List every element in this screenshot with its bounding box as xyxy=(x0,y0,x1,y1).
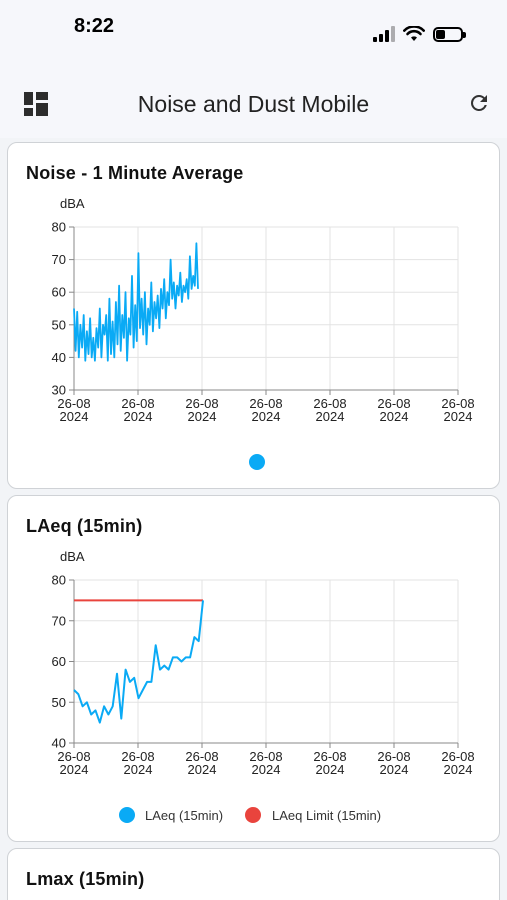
x-tick-label: 2024 xyxy=(60,762,89,777)
y-tick-label: 40 xyxy=(52,350,66,365)
x-tick-label: 2024 xyxy=(60,409,89,424)
legend-label: LAeq (15min) xyxy=(145,808,223,823)
x-tick-label: 2024 xyxy=(444,762,473,777)
y-tick-label: 80 xyxy=(52,573,66,588)
app-header: Noise and Dust Mobile xyxy=(0,62,507,138)
x-tick-label: 2024 xyxy=(380,762,409,777)
x-tick-label: 2024 xyxy=(124,762,153,777)
y-tick-label: 70 xyxy=(52,613,66,628)
noise-average-card: Noise - 1 Minute Average dBA 80 70 60 50 40 30… xyxy=(7,142,500,489)
x-tick-label: 2024 xyxy=(188,409,217,424)
y-axis-label: dBA xyxy=(60,196,85,211)
page-title: Noise and Dust Mobile xyxy=(137,91,370,117)
x-tick-label: 2024 xyxy=(316,409,345,424)
wifi-icon xyxy=(403,26,425,41)
y-tick-label: 50 xyxy=(52,317,66,332)
y-axis-label: dBA xyxy=(60,549,85,564)
status-bar: 8:22 xyxy=(0,0,507,62)
legend-marker xyxy=(119,807,135,823)
laeq-chart: dBA807060504026-08202426-08202426-082024… xyxy=(52,549,475,823)
x-tick-label: 2024 xyxy=(252,762,281,777)
y-tick-label: 60 xyxy=(52,654,66,669)
status-time: 8:22 xyxy=(74,15,115,37)
x-tick-label: 2024 xyxy=(380,409,409,424)
status-icons xyxy=(373,24,466,44)
series-line xyxy=(73,242,199,362)
lmax-card: Lmax (15min) xyxy=(7,848,500,900)
x-tick-label: 2024 xyxy=(188,762,217,777)
x-tick-label: 2024 xyxy=(444,409,473,424)
refresh-icon[interactable] xyxy=(467,91,491,115)
x-tick-label: 2024 xyxy=(252,409,281,424)
y-tick-label: 70 xyxy=(52,252,66,267)
battery-icon xyxy=(433,26,466,42)
legend-label: LAeq Limit (15min) xyxy=(272,808,381,823)
y-tick-label: 50 xyxy=(52,695,66,710)
cellular-signal-icon xyxy=(373,26,395,42)
card-title: Lmax (15min) xyxy=(26,869,145,889)
legend-marker xyxy=(249,454,265,470)
noise-average-chart: dBA80706050403026-08202426-08202426-0820… xyxy=(52,196,475,470)
laeq-card: LAeq (15min) dBA 80 70 60 50 40 26-08 2024 26-08… xyxy=(7,495,500,842)
legend-marker xyxy=(245,807,261,823)
x-tick-label: 2024 xyxy=(124,409,153,424)
x-tick-label: 2024 xyxy=(316,762,345,777)
y-tick-label: 80 xyxy=(52,220,66,235)
y-tick-label: 60 xyxy=(52,285,66,300)
